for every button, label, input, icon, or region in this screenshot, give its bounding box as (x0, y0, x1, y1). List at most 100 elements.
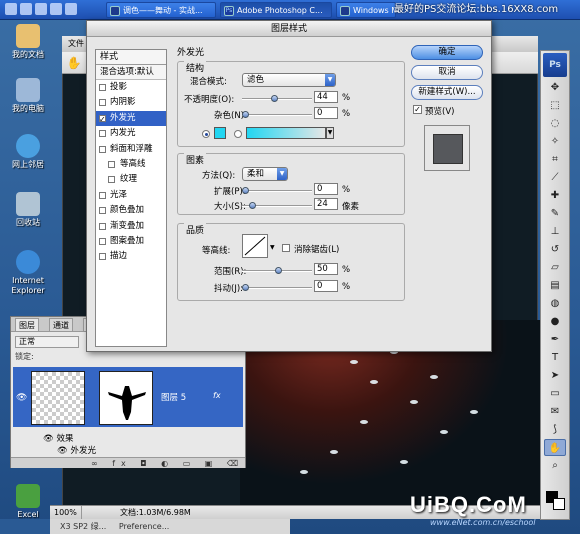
style-list-item[interactable]: 内阴影 (96, 95, 166, 110)
marquee-tool-icon[interactable]: ⬚ (544, 97, 566, 114)
layers-footer[interactable]: ∞ fx ◘ ◐ ▭ ▣ ⌫ (11, 457, 245, 468)
blending-options-item[interactable]: 混合选项:默认 (96, 65, 166, 80)
range-field[interactable]: 50 (314, 263, 338, 275)
glow-color-swatch[interactable] (214, 127, 226, 139)
ok-button[interactable]: 确定 (411, 45, 483, 60)
slider-knob[interactable] (242, 284, 249, 291)
slider-knob[interactable] (248, 202, 256, 209)
style-list-item[interactable]: 外发光 (96, 110, 166, 127)
style-list-item[interactable]: 图案叠加 (96, 234, 166, 249)
gradient-radio[interactable] (234, 130, 242, 138)
slider-knob[interactable] (275, 267, 282, 274)
gradient-tool-icon[interactable]: ▤ (544, 277, 566, 294)
magic-wand-tool-icon[interactable]: ✧ (544, 133, 566, 150)
bottom-item-preference[interactable]: Preference... (119, 522, 170, 531)
style-checkbox[interactable] (99, 99, 106, 107)
eraser-tool-icon[interactable]: ▱ (544, 259, 566, 276)
quick-launch-icon[interactable] (20, 3, 32, 15)
style-checkbox[interactable] (99, 130, 106, 138)
opacity-slider[interactable] (242, 95, 312, 102)
opacity-field[interactable]: 44 (314, 91, 338, 103)
jitter-slider[interactable] (242, 284, 312, 291)
desktop-icon-internet-explorer[interactable]: Internet Explorer (6, 250, 50, 296)
taskbar-tab-windows[interactable]: Windows M... (336, 2, 396, 18)
style-list-item[interactable]: 光泽 (96, 188, 166, 203)
brush-tool-icon[interactable]: ✎ (544, 205, 566, 222)
style-checkbox[interactable] (99, 207, 106, 215)
style-list-item[interactable]: 等高线 (96, 157, 166, 172)
effects-row[interactable]: 👁 效果 (13, 433, 243, 445)
gradient-dropdown-icon[interactable]: ▼ (326, 127, 334, 139)
slider-knob[interactable] (242, 111, 249, 118)
style-checkbox[interactable] (108, 176, 115, 184)
taskbar-tab-tutorial[interactable]: 调色——舞动 - 实战... (106, 2, 216, 18)
layer-row[interactable]: 👁 图层 5 fx (13, 367, 243, 427)
path-selection-icon[interactable]: ➤ (544, 367, 566, 384)
pen-tool-icon[interactable]: ✒ (544, 331, 566, 348)
lasso-tool-icon[interactable]: ◌ (544, 115, 566, 132)
style-list-item[interactable]: 斜面和浮雕 (96, 142, 166, 157)
layer-name[interactable]: 图层 5 (161, 391, 186, 403)
eye-icon[interactable]: 👁 (16, 393, 27, 403)
dodge-tool-icon[interactable]: ● (544, 313, 566, 330)
healing-brush-icon[interactable]: ✚ (544, 187, 566, 204)
fx-icon[interactable]: fx (213, 391, 221, 400)
taskbar-tab-photoshop[interactable]: Ps Adobe Photoshop C... (220, 2, 332, 18)
desktop-icon-my-documents[interactable]: 我的文档 (6, 24, 50, 60)
style-checkbox[interactable] (108, 160, 115, 168)
range-slider[interactable] (242, 267, 312, 274)
bottom-item-x3[interactable]: X3 SP2 绿... (60, 522, 106, 531)
file-menu[interactable]: 文件 (68, 39, 84, 48)
tab-channels[interactable]: 通道 (49, 318, 73, 331)
type-tool-icon[interactable]: T (544, 349, 566, 366)
style-list-item[interactable]: 颜色叠加 (96, 203, 166, 218)
quick-launch-icon[interactable] (50, 3, 62, 15)
desktop-icon-my-computer[interactable]: 我的电脑 (6, 78, 50, 114)
quick-launch-icon[interactable] (35, 3, 47, 15)
chevron-down-icon[interactable]: ▼ (270, 244, 275, 251)
style-list-item[interactable]: 描边 (96, 249, 166, 264)
spread-slider[interactable] (242, 187, 312, 194)
eye-icon[interactable]: 👁 (57, 446, 71, 456)
spread-field[interactable]: 0 (314, 183, 338, 195)
quick-launch-icon[interactable] (65, 3, 77, 15)
slice-tool-icon[interactable]: ⟋ (544, 169, 566, 186)
crop-tool-icon[interactable]: ⌗ (544, 151, 566, 168)
style-checkbox[interactable] (99, 191, 106, 199)
style-list-item[interactable]: 内发光 (96, 126, 166, 141)
contour-picker[interactable] (242, 234, 268, 258)
color-radio[interactable] (202, 130, 210, 138)
glow-gradient-picker[interactable] (246, 127, 326, 139)
size-slider[interactable] (242, 202, 312, 209)
effect-outer-glow-row[interactable]: 👁 外发光 (13, 445, 243, 457)
blend-mode-select[interactable]: 滤色 ▼ (242, 73, 336, 87)
desktop-icon-network[interactable]: 网上邻居 (6, 134, 50, 170)
cancel-button[interactable]: 取消 (411, 65, 483, 80)
slider-knob[interactable] (271, 95, 279, 102)
technique-select[interactable]: 柔和 ▼ (242, 167, 288, 181)
new-style-button[interactable]: 新建样式(W)... (411, 85, 483, 100)
quick-launch-icon[interactable] (5, 3, 17, 15)
style-checkbox[interactable] (99, 222, 106, 230)
hand-tool-icon[interactable]: ✋ (66, 55, 82, 71)
style-checkbox[interactable] (99, 253, 106, 261)
move-tool-icon[interactable]: ✥ (544, 79, 566, 96)
style-checkbox[interactable] (99, 112, 106, 127)
notes-tool-icon[interactable]: ✉ (544, 403, 566, 420)
slider-knob[interactable] (242, 187, 249, 194)
background-color-swatch[interactable] (553, 498, 565, 510)
style-checkbox[interactable] (99, 237, 106, 245)
antialias-checkbox[interactable] (282, 244, 290, 252)
size-field[interactable]: 24 (314, 198, 338, 210)
style-checkbox[interactable] (99, 84, 106, 91)
style-list-item[interactable]: 投影 (96, 80, 166, 95)
tab-layers[interactable]: 图层 (15, 318, 39, 331)
hand-tool-icon[interactable]: ✋ (544, 439, 566, 456)
noise-slider[interactable] (242, 111, 312, 118)
styles-header[interactable]: 样式 (96, 50, 166, 65)
eye-icon[interactable]: 👁 (43, 434, 57, 444)
style-list-item[interactable]: 渐变叠加 (96, 219, 166, 234)
zoom-tool-icon[interactable]: ⌕ (544, 457, 566, 474)
zoom-level[interactable]: 100% (52, 506, 82, 519)
style-list-item[interactable]: 纹理 (96, 172, 166, 187)
